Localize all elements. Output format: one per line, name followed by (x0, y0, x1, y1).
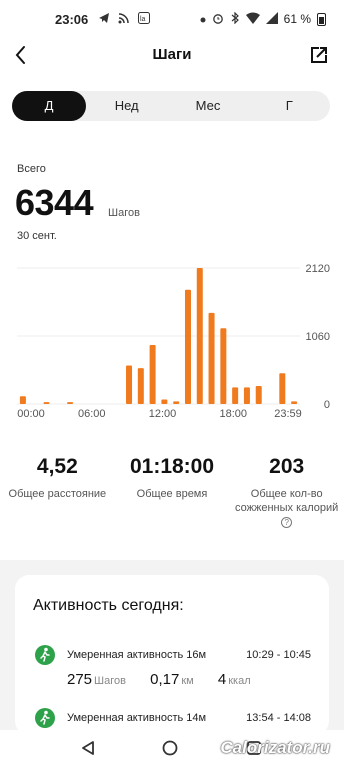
x-tick-label: 23:59 (274, 408, 302, 420)
page-title: Шаги (152, 46, 192, 63)
y-tick-label: 1060 (306, 331, 330, 343)
activity-distance-unit: км (181, 675, 194, 687)
stat-time-label: Общее время (136, 488, 208, 500)
watermark: Calorizator.ru (220, 738, 330, 757)
activity-name: Умеренная активность 14м (67, 712, 207, 724)
activity-distance: 0,17 (150, 671, 180, 688)
steps-chart-svg: 2120 1060 0 00:00 06:00 12:00 18:00 23:59 (17, 263, 330, 420)
activity-steps: 275 (67, 671, 93, 688)
telegram-icon (98, 12, 110, 27)
total-steps-unit: Шагов (108, 207, 140, 219)
stats-row: 4,52 Общее расстояние 01:18:00 Общее вре… (0, 455, 344, 529)
chart-bar (255, 386, 262, 404)
activity-card: Активность сегодня: Умеренная активность… (15, 575, 329, 735)
x-tick-label: 06:00 (78, 408, 106, 420)
system-nav-bar: Calorizator.ru (0, 730, 344, 768)
total-date: 30 сент. (17, 230, 57, 242)
app-icon: la (138, 11, 151, 27)
chart-bar (243, 387, 250, 404)
dot-icon (200, 12, 206, 26)
chart-bar (149, 344, 156, 404)
stat-calories-label: Общее кол-во сожженных калорий (235, 488, 339, 514)
nav-home-icon[interactable] (162, 740, 178, 761)
tab-year[interactable]: Г (249, 91, 330, 121)
wifi-broadcast-icon (118, 12, 130, 27)
chart-bar (19, 396, 26, 404)
chart-bar (220, 328, 227, 404)
chart-bar (196, 268, 203, 404)
chart-bar (232, 387, 239, 404)
chart-bar (291, 401, 298, 404)
period-tabs: Д Нед Мес Г (12, 91, 330, 121)
nav-back-icon[interactable] (80, 740, 96, 761)
activity-metrics: 275 Шагов 0,17 км 4 ккал (67, 671, 271, 688)
tab-week[interactable]: Нед (86, 91, 167, 121)
activity-item[interactable]: Умеренная активность 16м 10:29 - 10:45 2… (15, 645, 329, 705)
status-time: 23:06 (55, 11, 89, 27)
activity-name: Умеренная активность 16м (67, 649, 207, 661)
chart-bar (208, 312, 215, 404)
stat-time-value: 01:18:00 (129, 455, 215, 478)
battery-icon (317, 12, 326, 26)
tab-day[interactable]: Д (12, 91, 86, 121)
walking-icon (35, 645, 55, 665)
activity-time: 10:29 - 10:45 (246, 649, 311, 661)
x-tick-label: 18:00 (219, 408, 247, 420)
chart-bar (279, 373, 286, 404)
tab-month[interactable]: Мес (167, 91, 248, 121)
stat-time: 01:18:00 Общее время (115, 455, 230, 529)
activity-calories-unit: ккал (228, 675, 251, 687)
chart-bar (184, 289, 191, 404)
svg-text:la: la (140, 16, 146, 23)
x-tick-label: 12:00 (149, 408, 177, 420)
activity-title: Активность сегодня: (33, 597, 184, 614)
activity-calories: 4 (217, 671, 227, 688)
signal-icon (265, 11, 278, 27)
bluetooth-icon (230, 11, 240, 27)
battery-percent: 61 % (283, 12, 311, 26)
y-tick-label: 0 (324, 399, 330, 411)
activity-time: 13:54 - 14:08 (246, 712, 311, 724)
help-icon[interactable]: ? (281, 516, 293, 528)
chart-bar (173, 401, 180, 404)
y-tick-label: 2120 (306, 263, 330, 275)
steps-chart[interactable]: 2120 1060 0 00:00 06:00 12:00 18:00 23:59 (0, 258, 344, 428)
stat-distance-value: 4,52 (36, 455, 78, 478)
share-icon[interactable] (306, 42, 332, 68)
stat-calories: 203 Общее кол-во сожженных калорий ? (229, 455, 344, 529)
x-tick-label: 00:00 (17, 408, 45, 420)
chart-bar (126, 365, 133, 404)
stat-distance: 4,52 Общее расстояние (0, 455, 115, 529)
status-bar: 23:06 la 61 % (0, 0, 344, 38)
stat-calories-value: 203 (269, 455, 305, 478)
activity-steps-unit: Шагов (94, 675, 126, 687)
stat-distance-label: Общее расстояние (8, 488, 107, 500)
total-steps-value: 6344 (15, 182, 94, 223)
walking-icon (35, 708, 55, 728)
chart-bar (67, 402, 74, 404)
chart-bar (43, 402, 50, 404)
top-bar: Шаги (0, 38, 344, 74)
chart-bar (137, 368, 144, 404)
wifi-icon (245, 12, 260, 27)
alarm-icon (212, 12, 224, 27)
chart-bar (161, 399, 168, 404)
total-label: Всего (17, 163, 46, 175)
